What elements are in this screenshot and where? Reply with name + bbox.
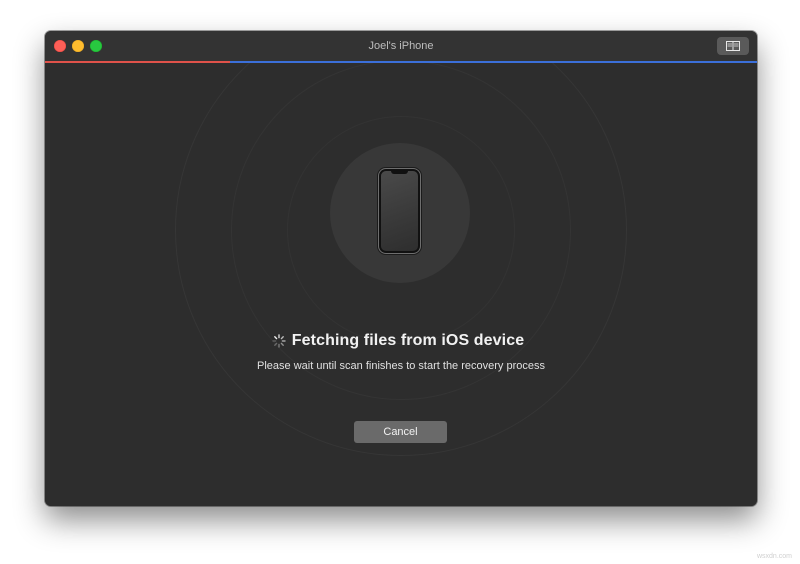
status-heading: Fetching files from iOS device (291, 332, 525, 349)
status-heading-row: Fetching files from iOS device (45, 329, 757, 353)
phone-screen (381, 171, 418, 251)
cancel-button[interactable]: Cancel (354, 421, 447, 443)
sidebar-toggle-icon (726, 41, 740, 51)
app-window: Joel's iPhone Fetching files from iOS de… (45, 31, 757, 506)
window-title: Joel's iPhone (368, 40, 434, 52)
spinner-icon (272, 334, 286, 348)
sidebar-toggle-button[interactable] (717, 37, 749, 55)
title-bar: Joel's iPhone (45, 31, 757, 61)
iphone-icon (379, 169, 420, 253)
status-subtext: Please wait until scan finishes to start… (257, 360, 545, 372)
page: Joel's iPhone Fetching files from iOS de… (0, 0, 800, 564)
main-content: Fetching files from iOS device Please wa… (45, 63, 757, 506)
phone-notch (391, 171, 408, 174)
watermark: wsxdn.com (756, 553, 792, 560)
